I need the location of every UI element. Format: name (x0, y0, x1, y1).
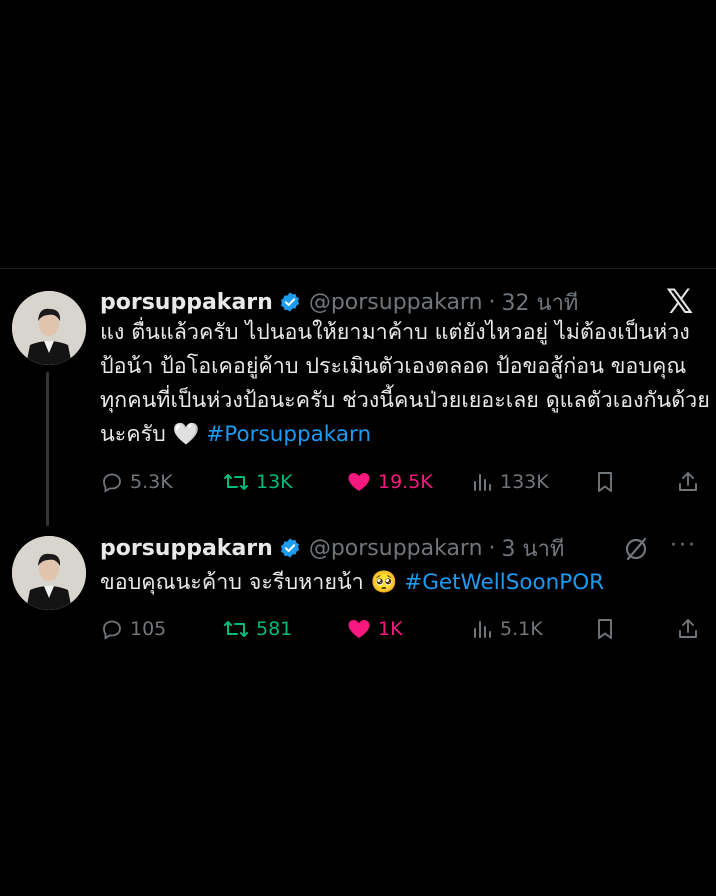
tweet-text: แง ตื่นแล้วครับ ไปนอนให้ยามาค้าบ แต่ยังไ… (100, 316, 710, 452)
share-button[interactable] (676, 467, 706, 497)
hashtag-link[interactable]: #Porsuppakarn (206, 422, 371, 447)
bookmark-icon (598, 619, 612, 639)
like-count: 19.5K (378, 471, 433, 493)
retweet-icon (224, 474, 248, 490)
timestamp[interactable]: 32 นาที (502, 285, 579, 320)
retweet-count: 581 (256, 618, 293, 640)
handle[interactable]: @porsuppakarn (309, 290, 483, 315)
separator-dot: · (488, 535, 496, 561)
verified-badge-icon (280, 292, 299, 312)
display-name[interactable]: porsuppakarn (100, 536, 273, 561)
retweet-button[interactable]: 13K (222, 467, 293, 497)
reply-button[interactable]: 105 (100, 614, 166, 644)
views-icon (474, 621, 491, 638)
avatar[interactable] (12, 291, 86, 365)
grok-icon[interactable] (622, 535, 650, 563)
bookmark-button[interactable] (594, 467, 622, 497)
reply-count: 105 (130, 618, 167, 640)
tweet-text: ขอบคุณนะค้าบ จะรีบหายน้า 🥺 #GetWellSoonP… (100, 566, 710, 600)
thread-line (46, 372, 49, 526)
like-button[interactable]: 1K (346, 614, 403, 644)
views-button[interactable]: 5.1K (470, 614, 543, 644)
share-icon (679, 472, 697, 491)
reply-icon (103, 620, 121, 640)
verified-badge-icon (280, 538, 299, 558)
hashtag-link[interactable]: #GetWellSoonPOR (404, 570, 604, 595)
tweet-header: porsuppakarn @porsuppakarn · 32 นาที (100, 287, 578, 317)
retweet-count: 13K (256, 471, 293, 493)
share-button[interactable] (676, 614, 706, 644)
bookmark-button[interactable] (594, 614, 622, 644)
tweet-header: porsuppakarn @porsuppakarn · 3 นาที (100, 533, 564, 563)
share-icon (679, 619, 697, 638)
retweet-icon (224, 621, 248, 637)
views-icon (474, 474, 491, 491)
like-icon (348, 473, 370, 491)
bookmark-icon (598, 472, 612, 492)
tweet-body: ขอบคุณนะค้าบ จะรีบหายน้า (100, 570, 364, 595)
separator-dot: · (488, 289, 496, 315)
action-bar: 5.3K 13K 19.5K 133K (100, 467, 700, 497)
views-count: 133K (500, 471, 549, 493)
reply-button[interactable]: 5.3K (100, 467, 173, 497)
display-name[interactable]: porsuppakarn (100, 290, 273, 315)
more-icon[interactable]: ··· (670, 533, 697, 558)
action-bar: 105 581 1K 5.1K (100, 614, 700, 644)
views-button[interactable]: 133K (470, 467, 549, 497)
white-heart-emoji: 🤍 (172, 422, 200, 447)
views-count: 5.1K (500, 618, 543, 640)
avatar[interactable] (12, 536, 86, 610)
reply-icon (103, 473, 121, 493)
like-button[interactable]: 19.5K (346, 467, 433, 497)
pleading-face-emoji: 🥺 (370, 570, 398, 595)
like-count: 1K (378, 618, 403, 640)
top-divider (0, 268, 716, 269)
like-icon (348, 620, 370, 638)
timestamp[interactable]: 3 นาที (502, 531, 565, 566)
reply-count: 5.3K (130, 471, 173, 493)
retweet-button[interactable]: 581 (222, 614, 292, 644)
handle[interactable]: @porsuppakarn (309, 536, 483, 561)
